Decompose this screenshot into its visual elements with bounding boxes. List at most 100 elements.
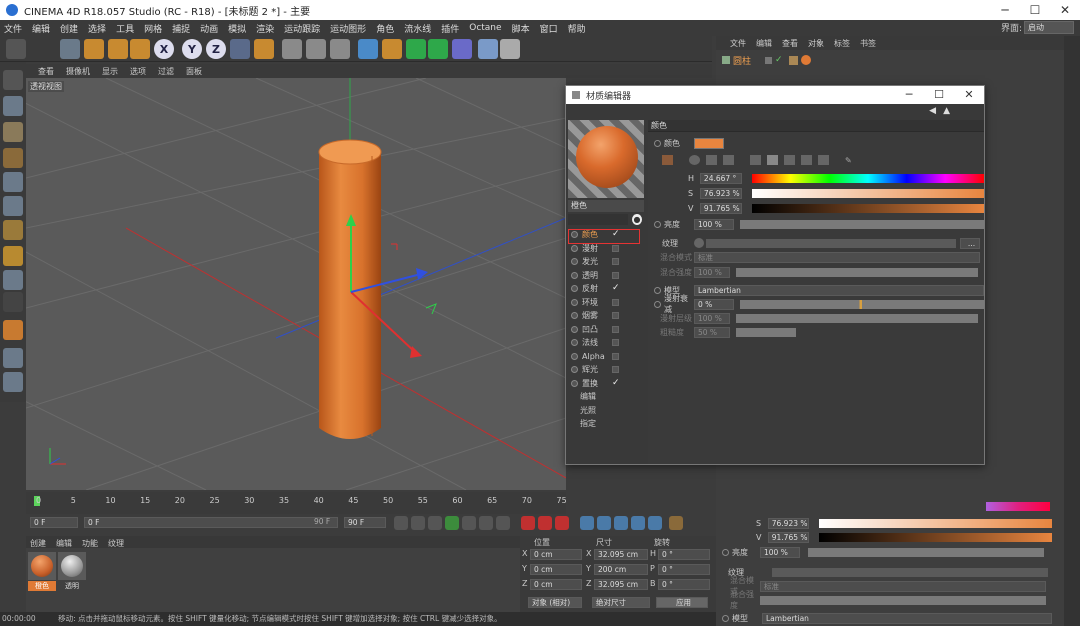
hsv-icon[interactable] (767, 155, 778, 165)
diffuse-level-slider[interactable] (736, 313, 978, 323)
object-menu-item-1[interactable]: 编辑 (756, 38, 772, 49)
channel-dot[interactable] (571, 366, 578, 374)
brightness-field[interactable]: 100 % (694, 218, 734, 230)
channel-label[interactable]: 法线 (582, 337, 608, 348)
value-slider[interactable] (751, 203, 984, 213)
channel-checkbox[interactable] (612, 298, 619, 306)
material-name[interactable]: 橙色 (568, 200, 644, 212)
play-icon[interactable] (445, 516, 459, 530)
render-view-icon[interactable] (254, 39, 274, 59)
coord-system-icon[interactable] (230, 39, 250, 59)
editor-extra-item[interactable]: 光照 (568, 404, 644, 418)
channel-dot[interactable] (571, 312, 578, 320)
object-menu-item-3[interactable]: 对象 (808, 38, 824, 49)
diffuse-level-field[interactable]: 100 % (694, 312, 730, 324)
axis-y-icon[interactable]: Y (182, 39, 202, 59)
channel-label[interactable]: Alpha (582, 352, 608, 361)
menu-item-8[interactable]: 模拟 (228, 22, 246, 35)
scale-icon[interactable] (108, 39, 128, 59)
blend-mode-select-bg[interactable]: 标准 (760, 580, 1046, 592)
channel-item[interactable]: 法线 (568, 336, 644, 350)
blend-strength-slider-bg[interactable] (760, 595, 1046, 605)
spectrum-icon[interactable] (689, 155, 700, 165)
editor-extra-item[interactable]: 编辑 (568, 390, 644, 404)
color-swatch[interactable] (694, 137, 724, 149)
channel-item[interactable]: 辉光 (568, 363, 644, 377)
viewport-menu-item-1[interactable]: 摄像机 (66, 66, 90, 77)
menu-item-3[interactable]: 选择 (88, 22, 106, 35)
menu-item-9[interactable]: 渲染 (256, 22, 274, 35)
render-picture-icon[interactable] (282, 39, 302, 59)
channel-item[interactable]: 烟雾 (568, 309, 644, 323)
object-menu-item-4[interactable]: 标签 (834, 38, 850, 49)
channel-checkbox[interactable]: ✓ (612, 378, 620, 387)
menu-item-7[interactable]: 动画 (200, 22, 218, 35)
position-field[interactable]: 0 cm (530, 579, 582, 590)
move-icon[interactable] (84, 39, 104, 59)
diffuse-falloff-field[interactable]: 0 % (694, 298, 734, 310)
channel-label[interactable]: 发光 (582, 256, 608, 267)
channel-dot[interactable] (571, 339, 578, 347)
live-select-icon[interactable] (60, 39, 80, 59)
workplane-mode-icon[interactable] (3, 148, 23, 168)
channel-filter-field[interactable] (568, 214, 628, 225)
rotation-field[interactable]: 0 ° (658, 564, 710, 575)
channel-label[interactable]: 辉光 (582, 364, 608, 375)
rotation-field[interactable]: 0 ° (658, 579, 710, 590)
menu-item-16[interactable]: 脚本 (512, 22, 530, 35)
object-menu-item-0[interactable]: 文件 (730, 38, 746, 49)
pen-icon[interactable] (358, 39, 378, 59)
enable-check-icon[interactable]: ✓ (775, 55, 783, 65)
viewport-menu-item-5[interactable]: 面板 (186, 66, 202, 77)
channel-dot[interactable] (571, 379, 578, 387)
channel-item[interactable]: 发光 (568, 255, 644, 269)
viewport-menu-item-3[interactable]: 选项 (130, 66, 146, 77)
blend-strength-field[interactable]: 100 % (694, 266, 730, 278)
color-param-dot[interactable] (654, 139, 661, 147)
key-pla-icon[interactable] (648, 516, 662, 530)
menu-item-15[interactable]: Octane (469, 23, 501, 33)
s-field[interactable]: 76.923 % (699, 187, 742, 199)
next-frame-icon[interactable] (462, 516, 476, 530)
diffuse-falloff-slider[interactable] (740, 299, 984, 309)
material-thumb-1[interactable] (58, 552, 86, 580)
saturation-slider[interactable] (751, 188, 984, 198)
size-field[interactable]: 200 cm (594, 564, 648, 575)
color-image-icon[interactable] (706, 155, 717, 165)
floor-icon[interactable] (452, 39, 472, 59)
menu-item-2[interactable]: 创建 (60, 22, 78, 35)
position-field[interactable]: 0 cm (530, 564, 582, 575)
minimize-button[interactable]: ─ (990, 0, 1020, 20)
channel-item[interactable]: 透明 (568, 269, 644, 283)
goto-end-icon[interactable] (496, 516, 510, 530)
position-field[interactable]: 0 cm (530, 549, 582, 560)
snap-icon[interactable] (3, 292, 23, 312)
cube-icon[interactable] (330, 39, 350, 59)
channel-label[interactable]: 透明 (582, 270, 608, 281)
maximize-button[interactable]: ☐ (1020, 0, 1050, 20)
perspective-viewport[interactable]: 透视视图 (26, 78, 566, 490)
apply-button[interactable]: 应用 (656, 597, 708, 608)
texture-slot[interactable] (706, 238, 956, 248)
channel-checkbox[interactable] (612, 271, 619, 279)
menu-item-1[interactable]: 编辑 (32, 22, 50, 35)
brightness-field-bg[interactable]: 100 % (760, 546, 800, 558)
start-frame-slider[interactable]: 0 F (84, 517, 338, 528)
roughness-field[interactable]: 50 % (694, 326, 730, 338)
editor-extra-item[interactable]: 指定 (568, 417, 644, 431)
blend-strength-slider[interactable] (736, 267, 978, 277)
viewport-menu-item-4[interactable]: 过滤 (158, 66, 174, 77)
viewport-menu-item-2[interactable]: 显示 (102, 66, 118, 77)
polygons-mode-icon[interactable] (3, 220, 23, 240)
edges-mode-icon[interactable] (3, 196, 23, 216)
channel-label[interactable]: 反射 (582, 283, 608, 294)
channel-dot[interactable] (571, 298, 578, 306)
material-menu-item-1[interactable]: 编辑 (56, 538, 72, 548)
material-menu-item-2[interactable]: 功能 (82, 538, 98, 548)
timeline[interactable]: 0 5 10 15 20 25 30 35 40 45 50 55 60 65 70 75 (26, 492, 567, 514)
subdivision-icon[interactable] (382, 39, 402, 59)
menu-item-17[interactable]: 窗口 (540, 22, 558, 35)
visibility-dots-icon[interactable] (765, 56, 773, 64)
viewport-menu-item-0[interactable]: 查看 (38, 66, 54, 77)
s-slider-bg[interactable] (818, 518, 1052, 528)
